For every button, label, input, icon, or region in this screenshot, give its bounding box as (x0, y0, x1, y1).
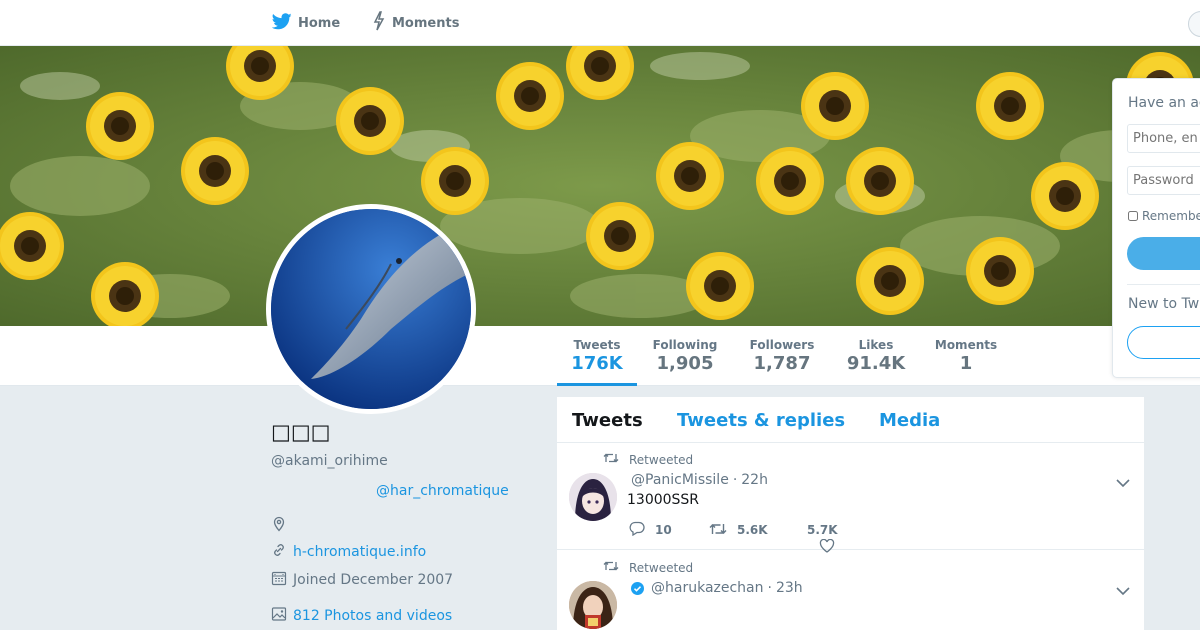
stat-followers[interactable]: Followers 1,787 (742, 326, 822, 386)
retweet-count: 5.6K (737, 523, 768, 537)
photos-row: 812 Photos and videos (271, 606, 452, 626)
stat-value: 1,905 (656, 353, 714, 374)
stat-label: Followers (749, 338, 815, 352)
nav-avatar[interactable] (1188, 11, 1200, 37)
tweet-separator: · (732, 472, 738, 488)
location-pin-icon (271, 516, 287, 536)
website-row: h-chromatique.info (271, 542, 426, 562)
stat-value: 91.4K (846, 353, 906, 374)
tweet-header: @PanicMissile · 22h (631, 472, 768, 488)
reply-count: 10 (655, 523, 672, 537)
stat-value: 1 (959, 353, 973, 374)
profile-stats-bar: Tweets 176K Following 1,905 Followers 1,… (0, 326, 1200, 386)
tab-media[interactable]: Media (879, 410, 940, 431)
remember-me-label: Remembe (1142, 209, 1200, 223)
tab-tweets-replies[interactable]: Tweets & replies (677, 410, 845, 431)
retweet-icon (603, 560, 619, 575)
tweet-separator: · (767, 580, 772, 596)
stat-moments[interactable]: Moments 1 (926, 326, 1006, 386)
tweet-avatar[interactable] (569, 473, 617, 521)
stat-label: Likes (858, 338, 894, 352)
phone-email-input[interactable] (1127, 124, 1200, 153)
photos-videos-link[interactable]: 812 Photos and videos (293, 608, 452, 624)
top-navigation: Home Moments (0, 0, 1200, 46)
stat-value: 1,787 (753, 353, 811, 374)
verified-badge-icon (631, 581, 644, 595)
stat-likes[interactable]: Likes 91.4K (836, 326, 916, 386)
retweet-context: Retweeted (603, 560, 693, 575)
reply-icon (629, 521, 645, 539)
remember-me[interactable]: Remembe (1128, 209, 1200, 223)
stat-tweets[interactable]: Tweets 176K (557, 326, 637, 386)
tab-tweets[interactable]: Tweets (572, 410, 643, 431)
retweet-context-label: Retweeted (629, 560, 694, 575)
bio-mention-link[interactable]: @har_chromatique (271, 483, 541, 499)
nav-home[interactable]: Home (271, 0, 341, 46)
profile-handle: @akami_orihime (271, 453, 388, 469)
new-to-twitter-label: New to Twi (1128, 296, 1200, 312)
reply-button[interactable]: 10 (629, 521, 709, 539)
stat-label: Following (652, 338, 718, 352)
tweet-time[interactable]: 23h (776, 580, 803, 596)
retweet-context-label: Retweeted (629, 452, 694, 467)
stat-following[interactable]: Following 1,905 (645, 326, 725, 386)
banner-image (0, 46, 1200, 326)
photo-icon (271, 606, 287, 626)
joined-date: Joined December 2007 (293, 572, 454, 588)
retweet-button[interactable]: 5.6K (709, 522, 819, 539)
nav-moments[interactable]: Moments (372, 0, 459, 46)
nav-home-label: Home (298, 15, 341, 31)
like-button[interactable]: 5.7K (807, 523, 838, 553)
divider (1127, 284, 1200, 285)
location-row (271, 516, 287, 536)
retweet-context: Retweeted (603, 452, 693, 467)
tweet-header: @harukazechan · 23h (631, 580, 803, 596)
tweet-actions: 10 5.6K 5.7K (629, 521, 838, 553)
lightning-icon (372, 11, 386, 35)
profile-sidebar: □□□ @akami_orihime @har_chromatique h-ch… (271, 420, 541, 624)
timeline: Tweets Tweets & replies Media Retweeted … (557, 397, 1144, 630)
tweet-avatar[interactable] (569, 581, 617, 629)
chevron-down-icon[interactable] (1116, 581, 1130, 600)
login-title: Have an ac (1128, 95, 1200, 111)
stat-label: Tweets (573, 338, 621, 352)
link-icon (271, 542, 287, 562)
like-count: 5.7K (807, 523, 838, 537)
twitter-bird-icon (271, 12, 292, 34)
stat-label: Moments (934, 338, 998, 352)
tweet-author[interactable]: @PanicMissile (631, 472, 729, 488)
profile-avatar[interactable] (266, 204, 476, 414)
chevron-down-icon[interactable] (1116, 473, 1130, 492)
retweet-icon (709, 522, 727, 539)
tweet-text: 13000SSR (627, 492, 700, 508)
website-link[interactable]: h-chromatique.info (293, 544, 426, 560)
joined-row: Joined December 2007 (271, 570, 453, 590)
tweet-author[interactable]: @harukazechan (651, 580, 764, 596)
avatar-image (271, 209, 471, 409)
profile-banner (0, 46, 1200, 326)
nav-moments-label: Moments (392, 15, 460, 31)
password-input[interactable] (1127, 166, 1200, 195)
tweet[interactable]: Retweeted @harukazechan · 23h (557, 551, 1144, 630)
timeline-tabs: Tweets Tweets & replies Media (557, 397, 1144, 443)
retweet-icon (603, 452, 619, 467)
tweet[interactable]: Retweeted @PanicMissile · 22h 13000SSR 1… (557, 443, 1144, 553)
stat-value: 176K (571, 353, 623, 374)
login-button[interactable] (1127, 237, 1200, 270)
signup-button[interactable] (1127, 326, 1200, 359)
remember-me-checkbox[interactable] (1128, 211, 1138, 221)
display-name: □□□ (271, 420, 331, 444)
login-card: Have an ac Remembe New to Twi (1112, 78, 1200, 378)
calendar-icon (271, 570, 287, 590)
tweet-time[interactable]: 22h (741, 472, 768, 488)
